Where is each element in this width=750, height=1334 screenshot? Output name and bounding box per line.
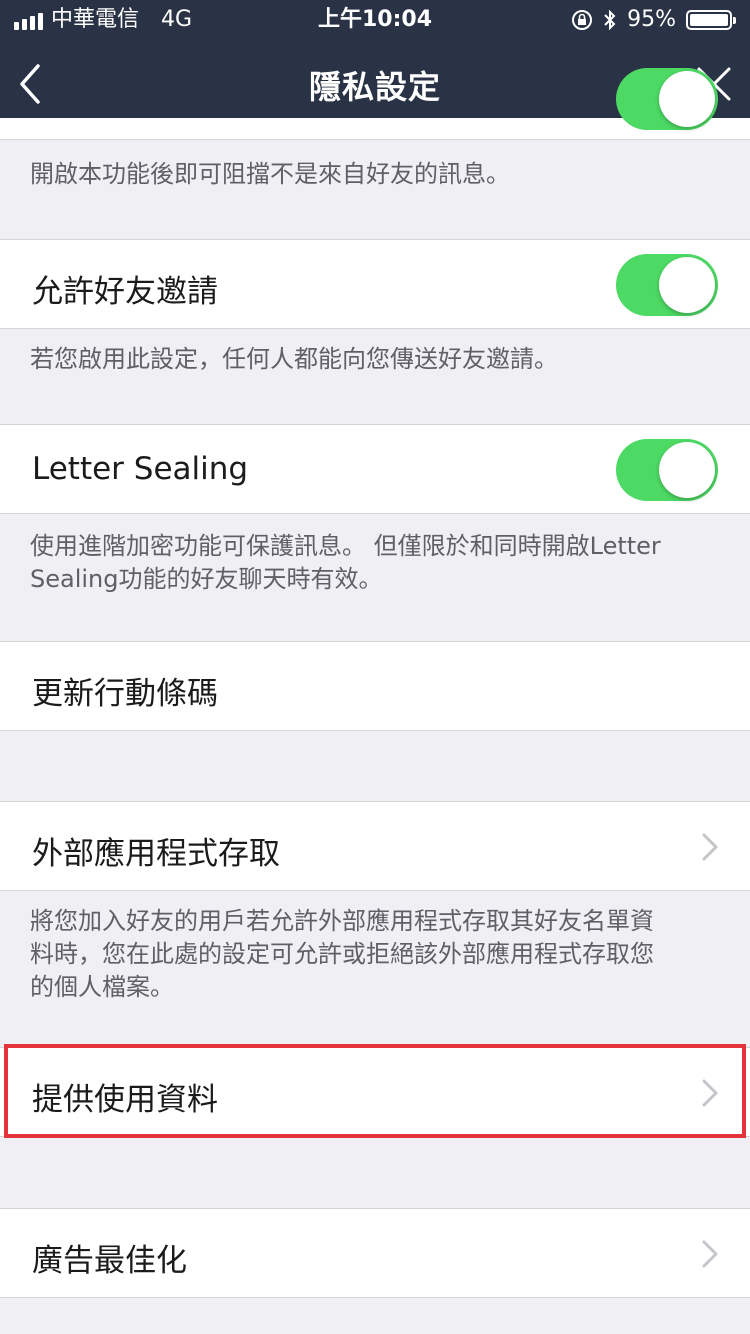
update-qr-label: 更新行動條碼 (32, 676, 218, 712)
block-messages-note: 開啟本功能後即可阻擋不是來自好友的訊息。 (30, 160, 510, 188)
allow-invite-row[interactable]: 允許好友邀請 (0, 239, 750, 329)
chevron-right-icon (702, 1240, 718, 1268)
external-apps-note-line3: 的個人檔案。 (30, 973, 174, 1001)
allow-invite-note: 若您啟用此設定，任何人都能向您傳送好友邀請。 (30, 345, 558, 373)
external-apps-note-line2: 料時，您在此處的設定可允許或拒絕該外部應用程式存取您 (30, 940, 654, 968)
letter-sealing-label: Letter Sealing (32, 451, 249, 487)
letter-sealing-toggle[interactable] (616, 439, 718, 501)
battery-icon (686, 10, 736, 30)
allow-invite-label: 允許好友邀請 (32, 274, 218, 310)
ad-optimize-row[interactable]: 廣告最佳化 (0, 1208, 750, 1298)
allow-invite-toggle[interactable] (616, 254, 718, 316)
status-bar: 中華電信 4G 上午10:04 95% (0, 0, 750, 40)
letter-sealing-row[interactable]: Letter Sealing (0, 424, 750, 514)
letter-sealing-note-line2: Sealing功能的好友聊天時有效。 (30, 565, 383, 593)
external-apps-row[interactable]: 外部應用程式存取 (0, 801, 750, 891)
update-qr-row[interactable]: 更新行動條碼 (0, 641, 750, 731)
ad-optimize-label: 廣告最佳化 (32, 1243, 187, 1279)
external-apps-note: 將您加入好友的用戶若允許外部應用程式存取其好友名單資 料時，您在此處的設定可允許… (30, 905, 720, 1004)
chevron-right-icon (702, 833, 718, 861)
letter-sealing-note-line1: 使用進階加密功能可保護訊息。 但僅限於和同時開啟Letter (30, 532, 661, 560)
highlight-box (4, 1044, 746, 1138)
block-messages-row (0, 68, 750, 140)
battery-percent: 95% (627, 7, 676, 32)
external-apps-label: 外部應用程式存取 (32, 836, 280, 872)
block-messages-toggle[interactable] (616, 68, 718, 130)
external-apps-note-line1: 將您加入好友的用戶若允許外部應用程式存取其好友名單資 (30, 907, 654, 935)
rotation-lock-icon (572, 10, 593, 30)
letter-sealing-note: 使用進階加密功能可保護訊息。 但僅限於和同時開啟Letter Sealing功能… (30, 530, 720, 596)
status-right: 95% (571, 0, 736, 40)
bluetooth-icon (604, 9, 616, 31)
